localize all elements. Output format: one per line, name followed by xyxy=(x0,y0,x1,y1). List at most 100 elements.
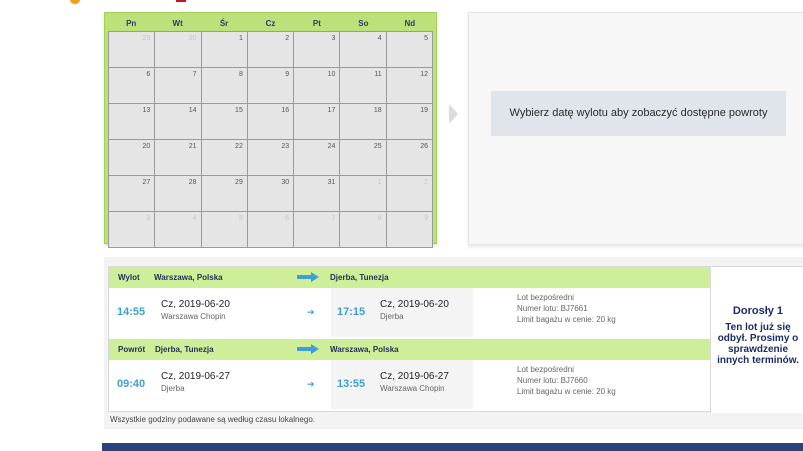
return-to-city: Warszawa, Polska xyxy=(330,345,399,354)
calendar-day[interactable]: 3 xyxy=(294,32,340,67)
page: Pn Wt Śr Cz Pt So Nd 29 30 1 2 3 4 5 6 7 8 9 10 11 12… xyxy=(0,0,803,451)
departure-calendar: Pn Wt Śr Cz Pt So Nd 29 30 1 2 3 4 5 6 7 8 9 10 11 12… xyxy=(104,12,437,248)
calendar-day[interactable]: 21 xyxy=(155,140,201,175)
calendar-day[interactable]: 22 xyxy=(201,140,247,175)
calendar-day[interactable]: 13 xyxy=(109,104,155,139)
calendar-day-number: 6 xyxy=(285,215,290,222)
calendar-day[interactable]: 6 xyxy=(109,68,155,103)
chevron-right-icon xyxy=(449,104,458,124)
calendar-day-number: 31 xyxy=(327,179,336,186)
weekday-label: So xyxy=(358,19,369,28)
calendar-day[interactable]: 7 xyxy=(155,68,201,103)
return-dep-airport: Djerba xyxy=(161,384,185,393)
calendar-day-number: 21 xyxy=(188,143,197,150)
outbound-dep-date: Cz, 2019-06-20 xyxy=(161,299,230,310)
calendar-day-number: 19 xyxy=(420,107,428,114)
calendar-day[interactable]: 12 xyxy=(386,68,432,103)
calendar-day-number: 2 xyxy=(285,35,290,42)
outbound-dep-airport: Warszawa Chopin xyxy=(161,312,226,321)
clipped-flag-icon xyxy=(176,0,186,2)
calendar-day[interactable]: 27 xyxy=(109,176,155,211)
calendar-day[interactable]: 15 xyxy=(201,104,247,139)
return-calendar-panel: Wybierz datę wylotu aby zobaczyć dostępn… xyxy=(468,12,803,245)
calendar-day[interactable]: 1 xyxy=(201,32,247,67)
outbound-arrival-cell: 17:15 Cz, 2019-06-20 Djerba xyxy=(331,288,473,337)
calendar-day[interactable]: 20 xyxy=(109,140,155,175)
calendar-day[interactable]: 9 xyxy=(247,68,294,103)
small-arrow-icon: ➔ xyxy=(307,307,315,317)
calendar-day-outside: 2 xyxy=(386,176,432,211)
calendar-day-number: 2 xyxy=(424,179,428,186)
calendar-day-number: 15 xyxy=(235,107,243,114)
return-arr-airport: Warszawa Chopin xyxy=(380,384,445,393)
calendar-day[interactable]: 29 xyxy=(201,176,247,211)
return-baggage: Limit bagażu w cenie: 20 kg xyxy=(517,387,616,396)
calendar-day-outside: 30 xyxy=(155,32,201,67)
calendar-day-number: 14 xyxy=(188,107,197,114)
calendar-day[interactable]: 18 xyxy=(340,104,386,139)
calendar-day-number: 1 xyxy=(238,35,243,42)
calendar-day[interactable]: 23 xyxy=(247,140,294,175)
calendar-day[interactable]: 28 xyxy=(155,176,201,211)
flight-summary: Wylot Warszawa, Polska Djerba, Tunezja 1… xyxy=(104,257,803,429)
return-arr-time: 13:55 xyxy=(337,378,366,390)
calendar-day-number: 9 xyxy=(424,215,428,222)
calendar-day[interactable]: 8 xyxy=(201,68,247,103)
calendar-day-number: 16 xyxy=(281,107,290,114)
return-flight-type: Lot bezpośredni xyxy=(517,365,574,374)
calendar-day-number: 10 xyxy=(327,71,336,78)
calendar-day[interactable]: 16 xyxy=(247,104,294,139)
calendar-day-number: 18 xyxy=(373,107,382,114)
calendar-day-number: 30 xyxy=(188,35,197,42)
calendar-day-number: 6 xyxy=(146,71,151,78)
calendar-day-outside: 5 xyxy=(201,212,247,247)
calendar-day[interactable]: 26 xyxy=(386,140,432,175)
outbound-header: Wylot Warszawa, Polska Djerba, Tunezja xyxy=(109,267,710,288)
calendar-day-number: 5 xyxy=(238,215,243,222)
calendar-day-outside: 7 xyxy=(294,212,340,247)
calendar-day[interactable]: 30 xyxy=(247,176,294,211)
calendar-day[interactable]: 2 xyxy=(247,32,294,67)
calendar-day-outside: 1 xyxy=(340,176,386,211)
calendar-day-number: 4 xyxy=(377,35,382,42)
calendar-day-number: 30 xyxy=(281,179,290,186)
arrow-right-icon xyxy=(297,272,319,282)
calendar-day[interactable]: 4 xyxy=(340,32,386,67)
calendar-weekdays: Pn Wt Śr Cz Pt So Nd xyxy=(108,17,433,31)
calendar-day[interactable]: 10 xyxy=(294,68,340,103)
calendar-day-number: 28 xyxy=(188,179,197,186)
return-from-city: Djerba, Tunezja xyxy=(155,345,214,354)
calendar-day[interactable]: 31 xyxy=(294,176,340,211)
weekday-label: Nd xyxy=(404,19,416,28)
footer-bar xyxy=(102,443,803,451)
return-row: 09:40 Cz, 2019-06-27 Djerba ➔ 13:55 Cz, … xyxy=(109,360,710,409)
calendar-day-number: 22 xyxy=(235,143,243,150)
calendar-day-number: 4 xyxy=(192,215,197,222)
outbound-flight-number: Numer lotu: BJ7661 xyxy=(517,304,588,313)
calendar-day-number: 8 xyxy=(377,215,382,222)
calendar-day-number: 13 xyxy=(142,107,151,114)
return-dep-date: Cz, 2019-06-27 xyxy=(161,371,230,382)
calendar-day-outside: 8 xyxy=(340,212,386,247)
passenger-count: Dorosły 1 xyxy=(732,305,784,317)
calendar-day-number: 8 xyxy=(238,71,243,78)
calendar-day-number: 27 xyxy=(142,179,151,186)
calendar-day[interactable]: 24 xyxy=(294,140,340,175)
calendar-day[interactable]: 11 xyxy=(340,68,386,103)
calendar-day[interactable]: 19 xyxy=(386,104,432,139)
calendar-day[interactable]: 14 xyxy=(155,104,201,139)
calendar-day[interactable]: 25 xyxy=(340,140,386,175)
calendar-day-outside: 3 xyxy=(109,212,155,247)
outbound-from-city: Warszawa, Polska xyxy=(154,273,223,282)
calendar-day[interactable]: 17 xyxy=(294,104,340,139)
arrow-right-icon xyxy=(297,344,319,354)
calendar-day-number: 20 xyxy=(142,143,151,150)
calendar-day[interactable]: 5 xyxy=(386,32,432,67)
outbound-arr-time: 17:15 xyxy=(337,306,366,318)
calendar-day-outside: 6 xyxy=(247,212,294,247)
calendar-day-number: 24 xyxy=(327,143,336,150)
calendar-day-outside: 29 xyxy=(109,32,155,67)
return-info: Lot bezpośredni Numer lotu: BJ7660 Limit… xyxy=(517,364,616,397)
return-arrival-cell: 13:55 Cz, 2019-06-27 Warszawa Chopin xyxy=(331,360,473,409)
outbound-row: 14:55 Cz, 2019-06-20 Warszawa Chopin ➔ 1… xyxy=(109,288,710,337)
